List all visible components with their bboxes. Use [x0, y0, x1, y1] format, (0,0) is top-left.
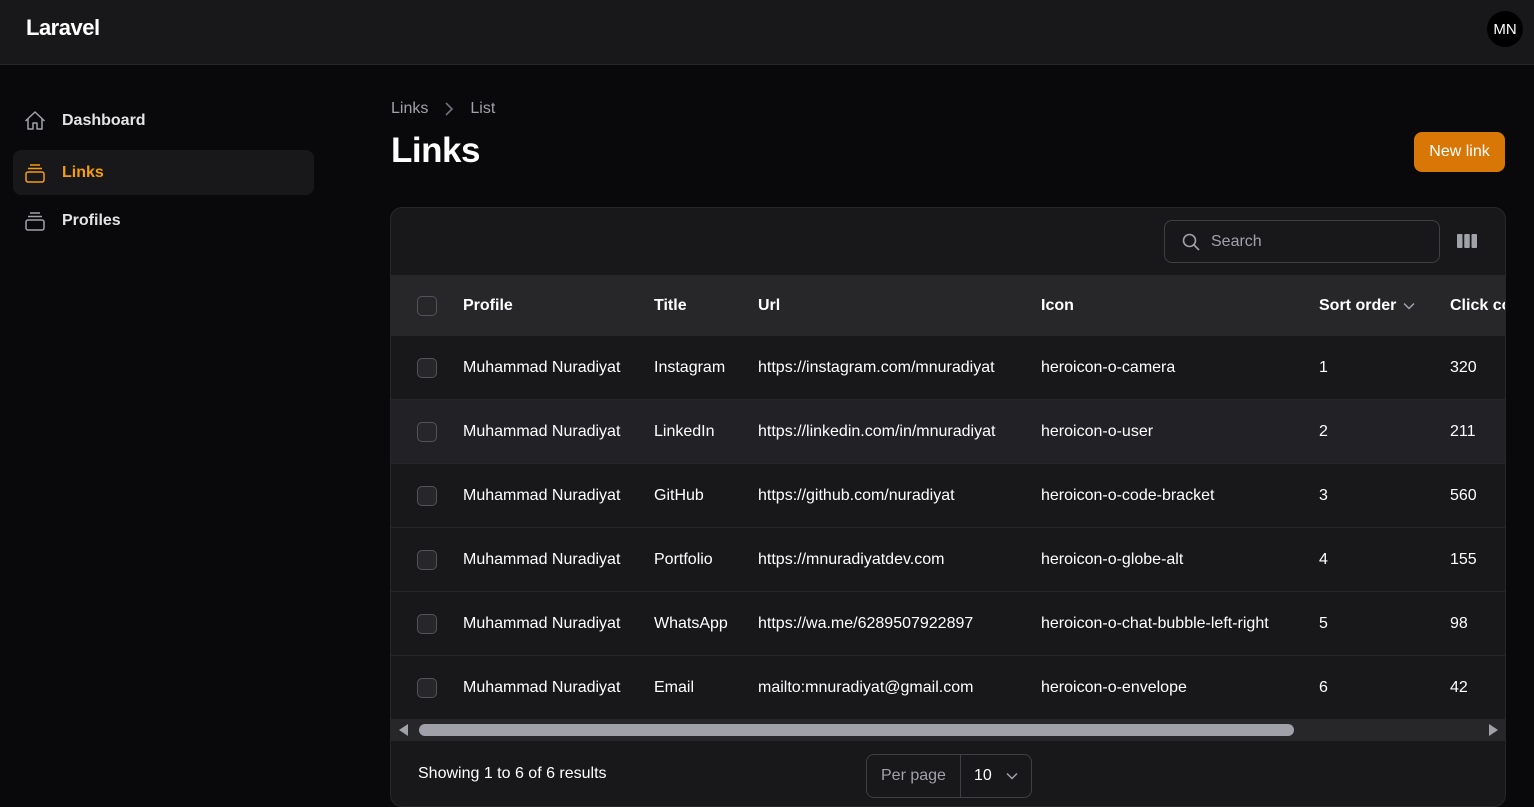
cell-profile: Muhammad Nuradiyat	[463, 551, 621, 568]
table-row[interactable]: Muhammad Nuradiyat Instagram https://ins…	[391, 335, 1505, 399]
column-header-click-count[interactable]: Click co	[1450, 276, 1505, 336]
stack-icon	[23, 161, 47, 185]
cell-sort-order: 6	[1319, 679, 1328, 696]
avatar[interactable]: MN	[1487, 11, 1523, 47]
cell-url: https://wa.me/6289507922897	[758, 615, 974, 632]
cell-title: LinkedIn	[654, 423, 715, 440]
row-checkbox[interactable]	[417, 678, 437, 698]
table-row[interactable]: Muhammad Nuradiyat GitHub https://github…	[391, 463, 1505, 527]
horizontal-scrollbar[interactable]	[391, 719, 1505, 741]
chevron-down-icon	[1403, 302, 1415, 310]
search-field[interactable]	[1164, 220, 1440, 263]
columns-toggle-icon[interactable]	[1456, 231, 1478, 251]
cell-sort-order: 5	[1319, 615, 1328, 632]
cell-icon: heroicon-o-envelope	[1041, 679, 1187, 696]
column-header-label: Sort order	[1319, 297, 1397, 314]
chevron-down-icon	[1006, 772, 1018, 780]
cell-url: https://linkedin.com/in/mnuradiyat	[758, 423, 996, 440]
cell-sort-order: 4	[1319, 551, 1328, 568]
cell-click-count: 155	[1450, 551, 1477, 568]
select-all-checkbox[interactable]	[417, 296, 437, 316]
cell-url: https://mnuradiyatdev.com	[758, 551, 945, 568]
table-row[interactable]: Muhammad Nuradiyat LinkedIn https://link…	[391, 399, 1505, 463]
sidebar-item-profiles[interactable]: Profiles	[13, 198, 314, 243]
cell-profile: Muhammad Nuradiyat	[463, 359, 621, 376]
column-header-title[interactable]: Title	[654, 276, 687, 336]
cell-icon: heroicon-o-globe-alt	[1041, 551, 1184, 568]
per-page-label: Per page	[867, 755, 961, 797]
scrollbar-thumb[interactable]	[419, 724, 1294, 736]
cell-icon: heroicon-o-camera	[1041, 359, 1176, 376]
stack-icon	[23, 209, 47, 233]
search-input[interactable]	[1211, 232, 1431, 251]
column-header-url[interactable]: Url	[758, 276, 780, 336]
cell-url: https://instagram.com/mnuradiyat	[758, 359, 995, 376]
cell-icon: heroicon-o-chat-bubble-left-right	[1041, 615, 1269, 632]
cell-title: Portfolio	[654, 551, 713, 568]
sidebar-item-label: Links	[62, 163, 104, 181]
cell-title: GitHub	[654, 487, 704, 504]
breadcrumb-root[interactable]: Links	[391, 100, 428, 118]
sidebar-item-dashboard[interactable]: Dashboard	[13, 98, 314, 143]
cell-click-count: 320	[1450, 359, 1477, 376]
cell-click-count: 560	[1450, 487, 1477, 504]
sidebar-item-links[interactable]: Links	[13, 150, 314, 195]
row-checkbox[interactable]	[417, 422, 437, 442]
cell-profile: Muhammad Nuradiyat	[463, 423, 621, 440]
search-icon	[1181, 232, 1201, 252]
sidebar-item-label: Profiles	[62, 211, 121, 229]
scroll-left-icon[interactable]	[399, 724, 408, 736]
table-header: Profile Title Url Icon Sort order Click …	[391, 275, 1505, 336]
pagination-summary: Showing 1 to 6 of 6 results	[418, 765, 607, 782]
cell-click-count: 42	[1450, 679, 1468, 696]
cell-click-count: 98	[1450, 615, 1468, 632]
new-link-button[interactable]: New link	[1414, 132, 1505, 172]
sidebar: Dashboard Links Profiles	[0, 65, 330, 787]
column-header-icon[interactable]: Icon	[1041, 276, 1074, 336]
row-checkbox[interactable]	[417, 358, 437, 378]
scroll-right-icon[interactable]	[1489, 724, 1498, 736]
page-title: Links	[391, 131, 480, 170]
chevron-right-icon	[444, 102, 454, 116]
row-checkbox[interactable]	[417, 486, 437, 506]
cell-profile: Muhammad Nuradiyat	[463, 487, 621, 504]
breadcrumb: Links List	[391, 100, 495, 118]
table-row[interactable]: Muhammad Nuradiyat Email mailto:mnuradiy…	[391, 655, 1505, 719]
cell-icon: heroicon-o-code-bracket	[1041, 487, 1215, 504]
cell-url: https://github.com/nuradiyat	[758, 487, 955, 504]
home-icon	[23, 109, 47, 133]
cell-icon: heroicon-o-user	[1041, 423, 1154, 440]
cell-title: Email	[654, 679, 695, 696]
links-table-card: Profile Title Url Icon Sort order Click …	[390, 207, 1506, 807]
cell-sort-order: 3	[1319, 487, 1328, 504]
cell-sort-order: 2	[1319, 423, 1328, 440]
cell-profile: Muhammad Nuradiyat	[463, 679, 621, 696]
cell-title: WhatsApp	[654, 615, 728, 632]
cell-title: Instagram	[654, 359, 726, 376]
table-row[interactable]: Muhammad Nuradiyat WhatsApp https://wa.m…	[391, 591, 1505, 655]
cell-url: mailto:mnuradiyat@gmail.com	[758, 679, 974, 696]
column-header-sort-order[interactable]: Sort order	[1319, 276, 1415, 336]
sidebar-item-label: Dashboard	[62, 111, 146, 129]
row-checkbox[interactable]	[417, 550, 437, 570]
per-page-value[interactable]: 10	[974, 767, 992, 785]
brand-logo[interactable]: Laravel	[26, 15, 100, 41]
top-bar: Laravel MN	[0, 0, 1534, 65]
row-checkbox[interactable]	[417, 614, 437, 634]
breadcrumb-current: List	[470, 100, 496, 117]
table-row[interactable]: Muhammad Nuradiyat Portfolio https://mnu…	[391, 527, 1505, 591]
column-header-profile[interactable]: Profile	[463, 276, 513, 336]
per-page-select[interactable]: Per page 10	[866, 754, 1032, 798]
cell-profile: Muhammad Nuradiyat	[463, 615, 621, 632]
cell-click-count: 211	[1450, 423, 1476, 440]
cell-sort-order: 1	[1319, 359, 1328, 376]
